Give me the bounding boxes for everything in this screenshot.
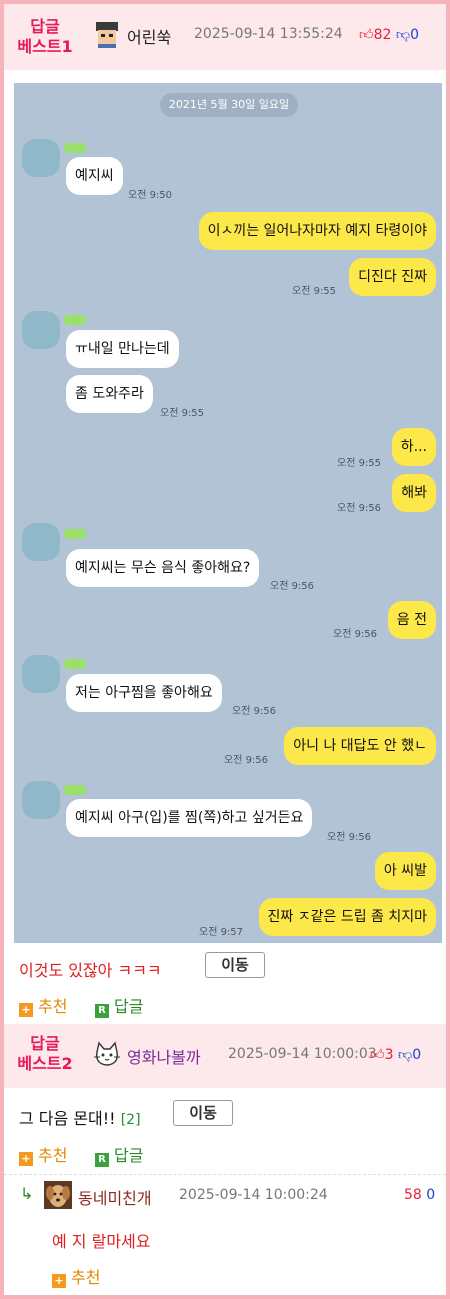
- chat-bubble: 예지씨 아구(입)를 찜(쪽)하고 싶거든요: [66, 799, 313, 837]
- sender-name-blur: [64, 143, 86, 153]
- chat-bubble: 해봐: [392, 474, 436, 512]
- post-date: 2025-09-14 13:55:24: [194, 26, 343, 42]
- downvote-count: 0: [410, 27, 420, 43]
- badge-line-1: 답글: [30, 1034, 60, 1053]
- upvote-count: 82: [373, 27, 392, 43]
- thumbs-down-icon[interactable]: 👎︎: [396, 27, 410, 43]
- chat-bubble: ㅠ내일 만나는데: [66, 330, 179, 368]
- reply-button[interactable]: R 답글: [95, 1142, 143, 1167]
- vote-counts: 58 0: [404, 1187, 435, 1203]
- chat-bubble: 아니 나 대답도 안 했ㄴ: [284, 727, 436, 765]
- move-button[interactable]: 이동: [173, 1100, 233, 1126]
- chat-bubble: 아 씨발: [374, 852, 436, 890]
- chat-time: 오전 9:56: [224, 755, 269, 766]
- author-nickname[interactable]: 어린쑥: [127, 24, 171, 48]
- chat-time: 오전 9:56: [337, 503, 382, 514]
- recommend-button[interactable]: + 추천: [19, 1142, 67, 1166]
- cat-avatar-icon: [94, 1041, 120, 1066]
- downvote-count: 0: [426, 1187, 436, 1203]
- plus-icon: +: [19, 1152, 33, 1166]
- chat-time: 오전 9:55: [337, 458, 382, 469]
- sender-name-blur: [64, 529, 86, 539]
- chat-time: 오전 9:56: [270, 581, 315, 592]
- reply-button[interactable]: R 답글: [95, 993, 143, 1018]
- best-badge: 답글 베스트1: [12, 17, 78, 57]
- profile-icon: [22, 523, 60, 561]
- upvote-count: 58: [404, 1187, 422, 1203]
- chat-time: 오전 9:56: [232, 706, 277, 717]
- move-button[interactable]: 이동: [205, 952, 265, 978]
- recommend-button[interactable]: + 추천: [52, 1264, 100, 1288]
- chat-time: 오전 9:56: [333, 629, 378, 640]
- post-date: 2025-09-14 10:00:03: [228, 1046, 377, 1062]
- recommend-label: 추천: [38, 997, 68, 1016]
- reply-icon: R: [95, 1004, 109, 1018]
- badge-line-2: 베스트2: [17, 1054, 73, 1073]
- chat-bubble: 저는 아구찜을 좋아해요: [66, 674, 222, 712]
- thumbs-down-icon[interactable]: 👎︎: [398, 1047, 412, 1063]
- vote-counts: 👍︎3 👎︎0: [370, 1046, 421, 1063]
- chat-bubble: 하...: [391, 428, 436, 466]
- profile-icon: [22, 311, 60, 349]
- avatar: [96, 22, 118, 48]
- profile-icon: [22, 139, 60, 177]
- chat-bubble: 예지씨는 무슨 음식 좋아해요?: [66, 549, 260, 587]
- thumbs-up-icon[interactable]: 👍︎: [359, 27, 374, 43]
- chat-bubble: 이ㅅ끼는 일어나자마자 예지 타령이야: [198, 212, 436, 250]
- comment-text: 이것도 있잖아 ㅋㅋㅋ: [19, 961, 162, 980]
- plus-icon: +: [52, 1274, 66, 1288]
- reply-label: 답글: [114, 1146, 144, 1165]
- thumbs-up-icon[interactable]: 👍︎: [370, 1047, 385, 1063]
- comment-text: 그 다음 몬대!! [2]: [19, 1105, 141, 1129]
- recommend-button[interactable]: + 추천: [19, 993, 67, 1017]
- chat-bubble: 음 전: [387, 601, 436, 639]
- reply-arrow-icon: ↳: [20, 1184, 34, 1203]
- downvote-count: 0: [412, 1047, 422, 1063]
- post-date: 2025-09-14 10:00:24: [179, 1187, 328, 1203]
- recommend-label: 추천: [38, 1146, 68, 1165]
- chat-time: 오전 9:50: [128, 190, 173, 201]
- reply-label: 답글: [114, 997, 144, 1016]
- chat-screenshot: 2021년 5월 30일 일요일 예지씨 오전 9:50 이ㅅ끼는 일어나자마자…: [14, 83, 442, 943]
- vote-counts: 👍︎82 👎︎0: [359, 26, 419, 43]
- chat-time: 오전 9:55: [292, 286, 337, 297]
- badge-line-2: 베스트1: [17, 37, 73, 56]
- recommend-label: 추천: [71, 1268, 101, 1287]
- reply-icon: R: [95, 1153, 109, 1167]
- chat-bubble: 예지씨: [66, 157, 123, 195]
- sender-name-blur: [64, 659, 86, 669]
- chat-bubble: 좀 도와주라: [66, 375, 153, 413]
- divider: [4, 1174, 446, 1175]
- profile-icon: [22, 781, 60, 819]
- profile-icon: [22, 655, 60, 693]
- author-nickname[interactable]: 동네미친개: [78, 1185, 152, 1209]
- reply-count[interactable]: [2]: [121, 1112, 141, 1128]
- chat-bubble: 진짜 ㅈ같은 드립 좀 치지마: [258, 898, 436, 936]
- chat-bubble: 디진다 진짜: [349, 258, 436, 296]
- best-badge: 답글 베스트2: [12, 1034, 78, 1074]
- comment-text: 예 지 랄마세요: [52, 1232, 151, 1251]
- chat-time: 오전 9:55: [160, 408, 205, 419]
- badge-line-1: 답글: [30, 17, 60, 36]
- chat-date-pill: 2021년 5월 30일 일요일: [160, 93, 298, 117]
- author-nickname[interactable]: 영화나볼까: [127, 1044, 201, 1068]
- comment-body: 그 다음 몬대!!: [19, 1109, 116, 1128]
- sender-name-blur: [64, 785, 86, 795]
- dog-avatar-icon: [44, 1181, 72, 1209]
- sender-name-blur: [64, 315, 86, 325]
- chat-time: 오전 9:57: [199, 927, 244, 938]
- chat-time: 오전 9:56: [327, 832, 372, 843]
- plus-icon: +: [19, 1003, 33, 1017]
- upvote-count: 3: [384, 1047, 394, 1063]
